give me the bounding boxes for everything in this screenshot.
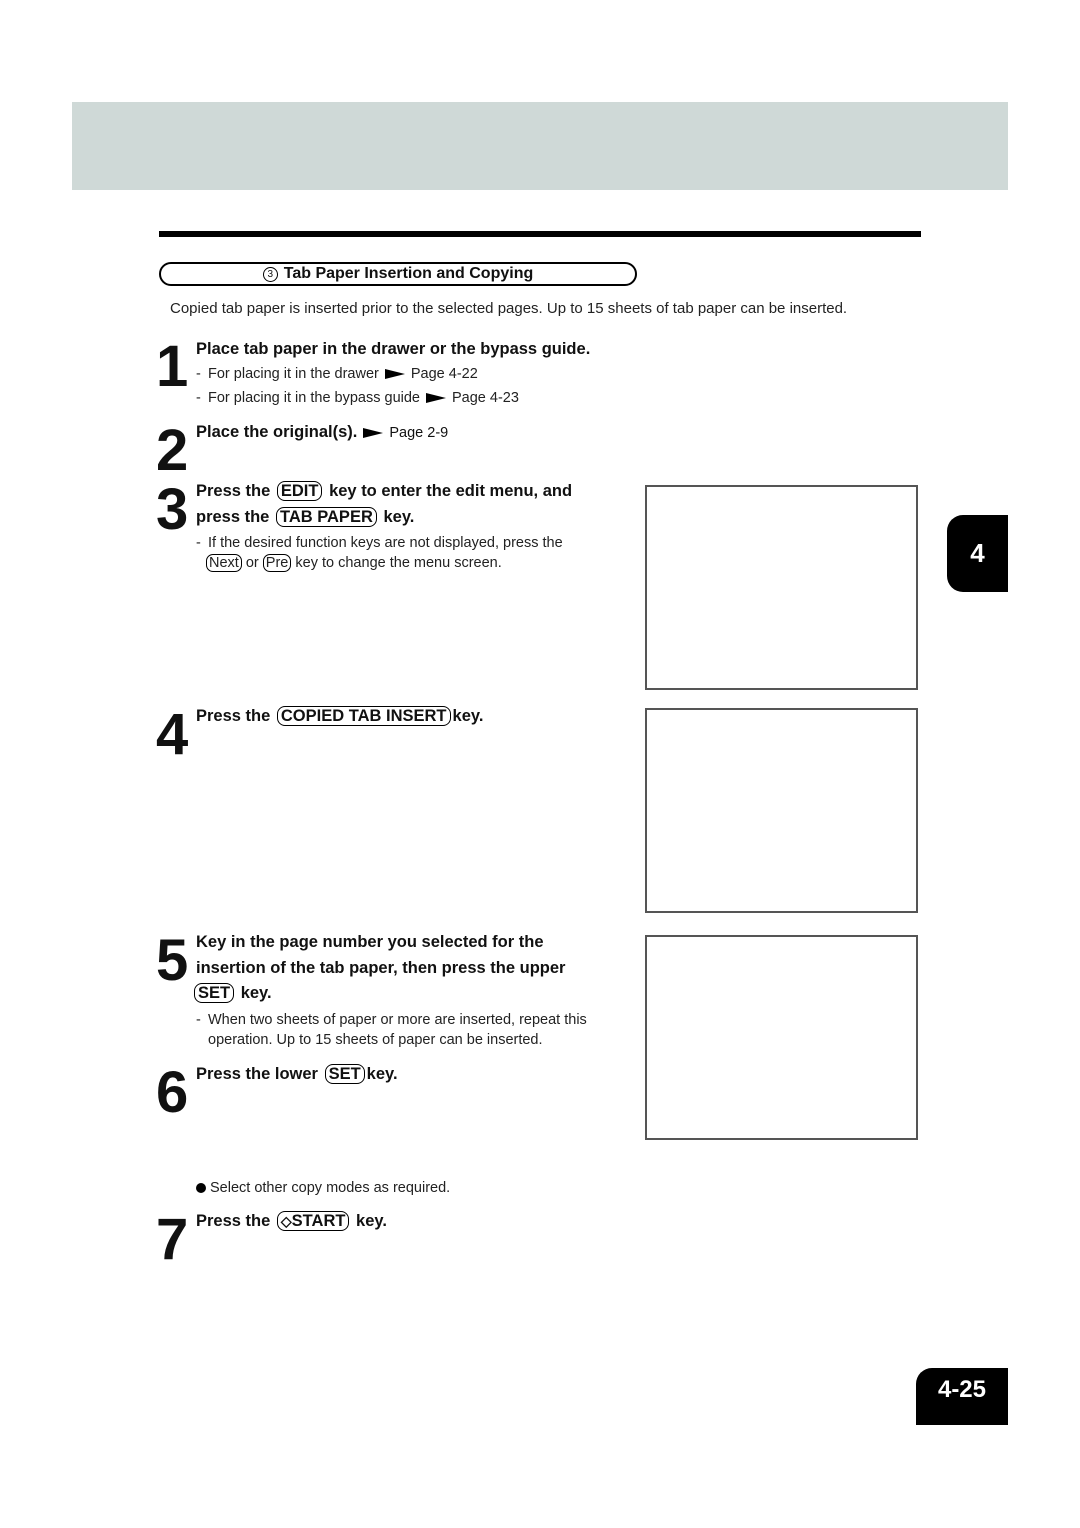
screen-illustration-3 xyxy=(645,935,918,1140)
step-note-5: - When two sheets of paper or more are in… xyxy=(196,1012,587,1048)
page-ref-link[interactable]: Page 2-9 xyxy=(389,425,448,441)
page-ref-link[interactable]: Page 4-23 xyxy=(452,390,519,406)
arrow-icon xyxy=(426,393,446,404)
step-number-5: 5 xyxy=(156,928,188,993)
step-number-3: 3 xyxy=(156,477,188,542)
step-number-2: 2 xyxy=(156,418,188,483)
step-note-3: - If the desired function keys are not di… xyxy=(196,535,563,572)
section-intro: Copied tab paper is inserted prior to th… xyxy=(170,300,848,317)
step-title-1: Place tab paper in the drawer or the byp… xyxy=(196,340,591,358)
page-ref-link[interactable]: Page 4-22 xyxy=(411,366,478,382)
start-key[interactable]: ◇START xyxy=(276,1211,350,1231)
step-number-6: 6 xyxy=(156,1060,188,1125)
next-key[interactable]: Next xyxy=(206,554,242,572)
upper-set-key[interactable]: SET xyxy=(194,983,235,1003)
screen-illustration-2 xyxy=(645,708,918,913)
chapter-tab[interactable]: 4 xyxy=(947,515,1008,592)
copied-tab-insert-key[interactable]: COPIED TAB INSERT xyxy=(276,706,451,726)
step-title-2: Place the original(s). Page 2-9 xyxy=(196,423,449,441)
arrow-icon xyxy=(363,427,384,438)
section-number: 3 xyxy=(262,266,278,282)
step-number-4: 4 xyxy=(156,702,188,767)
step-title-3: Press the EDIT key to enter the edit men… xyxy=(196,481,573,527)
start-diamond-icon: ◇ xyxy=(280,1213,292,1229)
bullet-icon xyxy=(196,1183,206,1194)
step-title-5-key: SET key. xyxy=(192,981,622,1007)
step-number-7: 7 xyxy=(156,1207,188,1272)
lower-set-key[interactable]: SET xyxy=(324,1064,365,1084)
step-title-6: Press the lower SET key. xyxy=(196,1064,398,1084)
step-note-1b: - For placing it in the bypass guide Page … xyxy=(196,390,519,406)
bullet-note: Select other copy modes as required. xyxy=(196,1178,636,1198)
step-title-5: Key in the page number you selected for … xyxy=(196,933,566,977)
page-number: 4-25 xyxy=(916,1368,1008,1425)
header-band xyxy=(72,102,1008,190)
arrow-icon xyxy=(384,369,405,380)
section-heading: 3 Tab Paper Insertion and Copying xyxy=(159,262,637,286)
step-title-4: Press the COPIED TAB INSERT key. xyxy=(196,706,484,726)
tab-paper-key[interactable]: TAB PAPER xyxy=(275,506,377,527)
screen-illustration-1 xyxy=(645,485,918,690)
step-title-7: Press the ◇START key. xyxy=(196,1211,387,1231)
edit-key[interactable]: EDIT xyxy=(276,481,323,501)
pre-key[interactable]: Pre xyxy=(262,554,292,572)
step-note-1a: - For placing it in the drawer Page 4-22 xyxy=(196,366,478,382)
step-number-1: 1 xyxy=(156,334,188,399)
section-title: Tab Paper Insertion and Copying xyxy=(283,265,534,282)
section-rule xyxy=(159,231,921,237)
